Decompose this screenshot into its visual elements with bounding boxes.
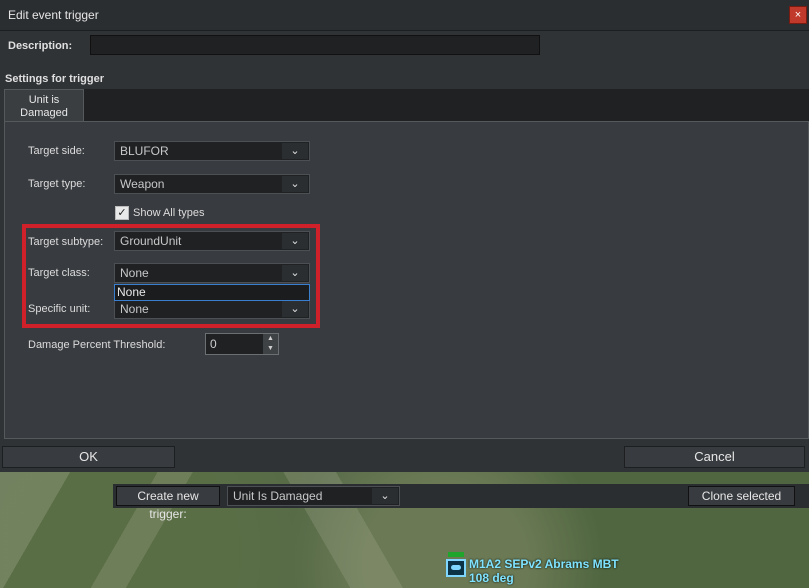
target-side-select[interactable]: BLUFOR ⌄: [114, 141, 310, 161]
chevron-down-icon[interactable]: ⌄: [372, 488, 398, 504]
ok-button[interactable]: OK: [2, 446, 175, 468]
trigger-type-select[interactable]: Unit Is Damaged ⌄: [227, 486, 400, 506]
unit-name: M1A2 SEPv2 Abrams MBT: [469, 557, 619, 571]
unit-heading: 108 deg: [469, 571, 514, 585]
close-icon[interactable]: ×: [789, 6, 807, 24]
target-type-value: Weapon: [120, 177, 165, 191]
chevron-down-icon[interactable]: ⌄: [282, 176, 308, 192]
unit-health-bar: [448, 552, 464, 557]
damage-threshold-spinner[interactable]: ▲ ▼: [263, 334, 278, 354]
damage-threshold-label: Damage Percent Threshold:: [28, 339, 166, 351]
spin-down-icon[interactable]: ▼: [263, 344, 278, 354]
title-bar: [0, 0, 809, 31]
target-type-label: Target type:: [28, 178, 86, 190]
target-type-select[interactable]: Weapon ⌄: [114, 174, 310, 194]
clone-selected-button[interactable]: Clone selected: [688, 486, 795, 506]
trigger-type-value: Unit Is Damaged: [233, 489, 323, 503]
show-all-types-label: Show All types: [133, 207, 205, 219]
create-trigger-button[interactable]: Create new trigger:: [116, 486, 220, 521]
tab-strip: [4, 89, 809, 121]
tab-label: Unit is Damaged: [20, 94, 68, 119]
chevron-down-icon[interactable]: ⌄: [282, 143, 308, 159]
spin-up-icon[interactable]: ▲: [263, 334, 278, 344]
tab-unit-is-damaged[interactable]: Unit is Damaged: [4, 89, 84, 121]
cancel-button[interactable]: Cancel: [624, 446, 805, 468]
target-side-label: Target side:: [28, 145, 85, 157]
target-side-value: BLUFOR: [120, 144, 169, 158]
highlight-box: [22, 224, 320, 328]
show-all-types-checkbox[interactable]: ✓: [115, 206, 129, 220]
tank-glyph-icon: [451, 565, 461, 570]
description-label: Description:: [8, 40, 73, 52]
description-input[interactable]: [90, 35, 540, 55]
unit-label: M1A2 SEPv2 Abrams MBT 108 deg: [469, 557, 619, 585]
settings-label: Settings for trigger: [5, 73, 105, 85]
window-title: Edit event trigger: [8, 8, 99, 22]
